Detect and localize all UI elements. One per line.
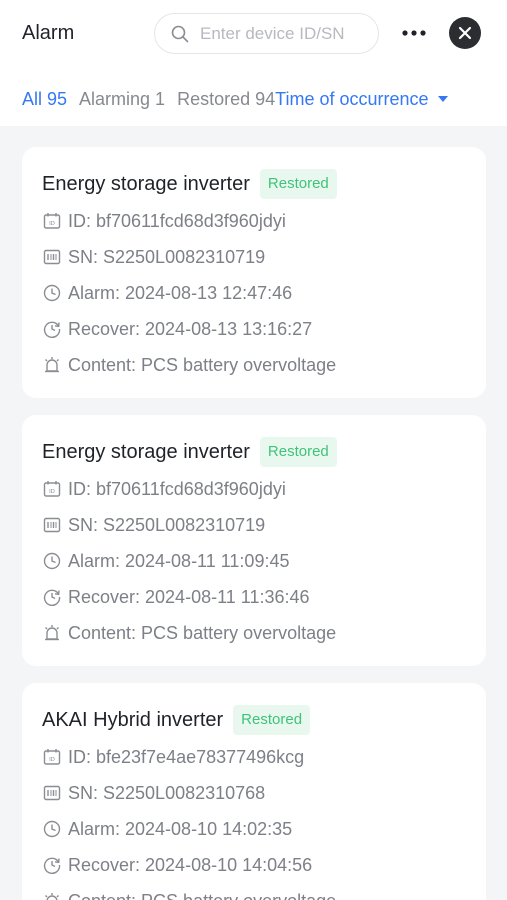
serial-number-row: SN: S2250L0082310719: [42, 245, 265, 269]
more-button[interactable]: [399, 22, 429, 44]
alarm-bell-icon: [45, 625, 59, 641]
device-name: Energy storage inverter: [42, 440, 250, 463]
status-badge: Restored: [233, 705, 311, 735]
device-id-text: ID: bf70611fcd68d3f960jdyi: [68, 478, 286, 499]
svg-text:ID: ID: [49, 757, 55, 763]
serial-number-text: SN: S2250L0082310719: [68, 514, 266, 535]
search-icon: [171, 25, 189, 42]
search-box[interactable]: [154, 13, 379, 54]
barcode-icon: [43, 249, 61, 265]
svg-text:ID: ID: [49, 221, 55, 227]
alarm-card[interactable]: Energy storage inverter Restored ID ID: …: [22, 415, 486, 666]
content-row: Content: PCS battery overvoltage: [42, 889, 336, 900]
recover-time-text: Recover: 2024-08-10 14:04:56: [68, 854, 313, 875]
recover-time-row: Recover: 2024-08-11 11:36:46: [42, 585, 310, 609]
more-dots-icon: [402, 30, 426, 36]
tab-alarming[interactable]: Alarming 1: [79, 89, 165, 110]
device-id-text: ID: bfe23f7e4ae78377496kcg: [68, 746, 305, 767]
recover-time-row: Recover: 2024-08-10 14:04:56: [42, 853, 312, 877]
alarm-time-text: Alarm: 2024-08-11 11:09:45: [68, 550, 290, 571]
caret-down-icon: [437, 96, 448, 102]
recover-clock-icon: [43, 589, 61, 606]
alarm-card[interactable]: Energy storage inverter Restored ID ID: …: [22, 147, 486, 398]
content-text: Content: PCS battery overvoltage: [68, 891, 336, 900]
id-card-icon: ID: [43, 481, 61, 497]
device-id-text: ID: bf70611fcd68d3f960jdyi: [68, 210, 286, 231]
id-card-icon: ID: [43, 749, 61, 765]
device-name: Energy storage inverter: [42, 172, 250, 195]
device-id-row: ID ID: bf70611fcd68d3f960jdyi: [42, 209, 286, 233]
alarm-bell-icon: [45, 357, 59, 373]
recover-time-text: Recover: 2024-08-13 13:16:27: [68, 318, 313, 339]
content-row: Content: PCS battery overvoltage: [42, 353, 336, 377]
sort-dropdown[interactable]: Time of occurrence: [275, 88, 448, 110]
device-id-row: ID ID: bfe23f7e4ae78377496kcg: [42, 745, 304, 769]
header-bar: Alarm All 95 Alarming 1 Restored 94 Time…: [0, 0, 507, 126]
recover-time-text: Recover: 2024-08-11 11:36:46: [68, 586, 310, 607]
content-row: Content: PCS battery overvoltage: [42, 621, 336, 645]
device-name: AKAI Hybrid inverter: [42, 708, 224, 731]
serial-number-text: SN: S2250L0082310768: [68, 782, 266, 803]
clock-icon: [43, 284, 61, 302]
content-text: Content: PCS battery overvoltage: [68, 354, 337, 375]
page-title: Alarm: [22, 22, 75, 44]
recover-time-row: Recover: 2024-08-13 13:16:27: [42, 317, 312, 341]
recover-clock-icon: [43, 857, 61, 874]
status-badge: Restored: [259, 437, 337, 467]
sort-label: Time of occurrence: [275, 88, 429, 109]
alarm-time-row: Alarm: 2024-08-13 12:47:46: [42, 281, 292, 305]
barcode-icon: [43, 785, 61, 801]
tab-restored[interactable]: Restored 94: [177, 89, 275, 110]
search-input[interactable]: [200, 23, 370, 44]
serial-number-row: SN: S2250L0082310768: [42, 781, 265, 805]
barcode-icon: [43, 517, 61, 533]
alarm-time-text: Alarm: 2024-08-10 14:02:35: [68, 818, 293, 839]
alarm-bell-icon: [45, 893, 59, 900]
serial-number-text: SN: S2250L0082310719: [68, 246, 266, 267]
svg-text:ID: ID: [49, 489, 55, 495]
close-button[interactable]: [449, 17, 481, 49]
alarm-time-row: Alarm: 2024-08-11 11:09:45: [42, 549, 289, 573]
clock-icon: [43, 820, 61, 838]
content-text: Content: PCS battery overvoltage: [68, 622, 337, 643]
clock-icon: [43, 552, 61, 570]
tab-all[interactable]: All 95: [22, 89, 67, 110]
alarm-card[interactable]: AKAI Hybrid inverter Restored ID ID: bfe…: [22, 683, 486, 900]
status-badge: Restored: [259, 169, 337, 199]
id-card-icon: ID: [43, 213, 61, 229]
alarm-time-text: Alarm: 2024-08-13 12:47:46: [68, 282, 293, 303]
filter-tabs: All 95 Alarming 1 Restored 94 Time of oc…: [22, 86, 448, 112]
serial-number-row: SN: S2250L0082310719: [42, 513, 265, 537]
close-icon: [458, 26, 472, 40]
alarm-time-row: Alarm: 2024-08-10 14:02:35: [42, 817, 292, 841]
recover-clock-icon: [43, 321, 61, 338]
device-id-row: ID ID: bf70611fcd68d3f960jdyi: [42, 477, 286, 501]
